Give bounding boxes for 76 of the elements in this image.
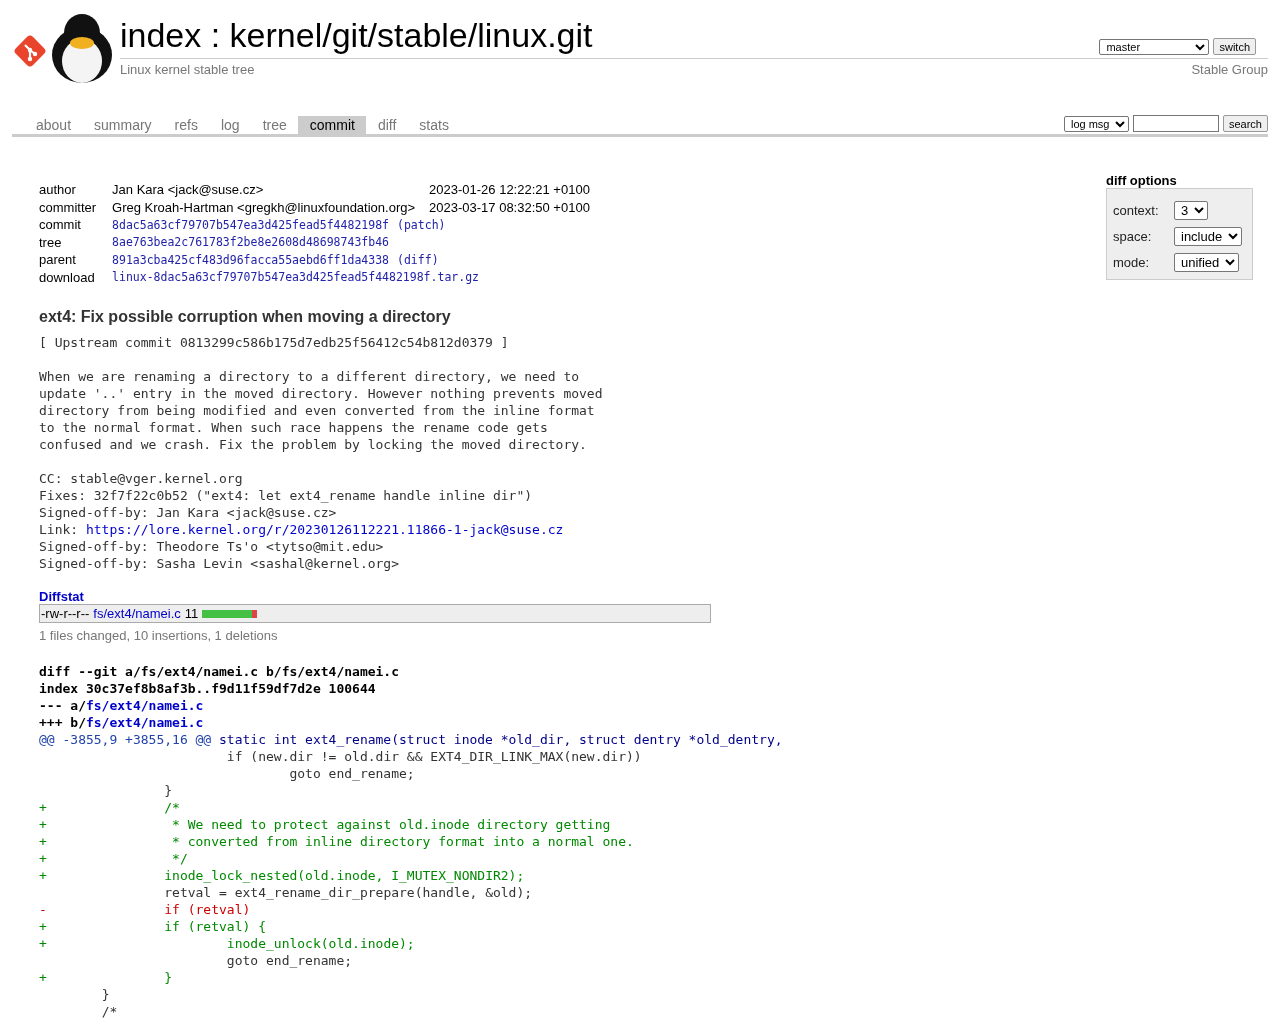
- search-scope-select[interactable]: log msg: [1063, 115, 1129, 132]
- link-label: Link:: [39, 522, 80, 537]
- nav-tab[interactable]: refs: [162, 116, 209, 134]
- commit-message: [ Upstream commit 0813299c586b175d7edb25f56412c54b812d0379 ]: [39, 334, 510, 351]
- info-value: Greg Kroah-Hartman <gregkh@linuxfoundation.org>: [112, 198, 430, 216]
- option-label: context:: [1113, 202, 1160, 218]
- hash-link[interactable]: linux-8dac5a63cf79707b547ea3d425fead5f4482198f.tar.gz: [112, 270, 479, 285]
- file-link[interactable]: fs/ext4/namei.c: [85, 715, 204, 730]
- info-label: download: [39, 268, 113, 286]
- nav-tab[interactable]: log: [208, 116, 251, 134]
- diffstat-header[interactable]: Diffstat: [39, 589, 1268, 604]
- repo-title[interactable]: index : kernel/git/stable/linux.git: [120, 10, 593, 55]
- info-label: committer: [39, 198, 113, 216]
- info-label: parent: [39, 251, 113, 269]
- option-select[interactable]: include: [1174, 226, 1242, 246]
- message-link[interactable]: https://lore.kernel.org/r/20230126112221.11866-1-jack@suse.cz: [85, 522, 564, 537]
- removed-line: - if (retval): [39, 901, 252, 918]
- info-label: commit: [39, 216, 113, 234]
- option-label: space:: [1113, 228, 1153, 244]
- added-line: + inode_unlock(old.inode);: [39, 935, 416, 952]
- file-link[interactable]: fs/ext4/namei.c: [85, 698, 204, 713]
- context-line: }: [100, 986, 111, 1003]
- change-count: 11: [184, 606, 199, 621]
- diff-file-prefix: --- a/: [39, 698, 86, 713]
- branch-select[interactable]: master: [1099, 38, 1210, 55]
- added-line: + }: [39, 969, 174, 986]
- nav-tab[interactable]: stats: [407, 116, 460, 134]
- info-date: 2023-03-17 08:32:50 +0100: [429, 198, 591, 216]
- added-line: + if (retval) {: [39, 918, 267, 935]
- diff-header-line: diff --git a/fs/ext4/namei.c b/fs/ext4/namei.c: [39, 663, 401, 680]
- nav-tab[interactable]: diff: [365, 116, 408, 134]
- hash-link[interactable]: 8ae763bea2c761783f2be8e2608d48698743fb46: [112, 235, 389, 250]
- info-date: 2023-01-26 12:22:21 +0100: [429, 181, 591, 199]
- nav-tab[interactable]: tree: [250, 116, 298, 134]
- diffstat-summary: 1 files changed, 10 insertions, 1 deletions: [39, 628, 279, 643]
- context-line: retval = ext4_rename_dir_prepare(handle, &old);: [163, 884, 534, 901]
- repo-description: Linux kernel stable tree: [120, 62, 255, 77]
- repo-owner: Stable Group: [1191, 62, 1268, 77]
- nav-tab[interactable]: about: [24, 116, 83, 134]
- commit-message: CC: stable@vger.kernel.org Fixes: 32f7f22c0b52 ("ext4: let ext4_rename handle inline dir") Signed-off-by: Jan Kara <jack@suse.cz>: [39, 470, 534, 521]
- extra-link[interactable]: (diff): [397, 252, 439, 267]
- nav-tab[interactable]: commit: [297, 116, 366, 134]
- added-line: + /*: [39, 799, 181, 816]
- commit-message: Signed-off-by: Theodore Ts'o <tytso@mit.edu> Signed-off-by: Sasha Levin <sashal@kernel.org>: [39, 538, 401, 572]
- diff-header-line: index 30c37ef8b8af3b..f9d11f59df7d2e 100644: [39, 680, 377, 697]
- search-button[interactable]: search: [1222, 115, 1268, 132]
- added-line: + * We need to protect against old.inode directory getting: [39, 816, 612, 833]
- hash-link[interactable]: 8dac5a63cf79707b547ea3d425fead5f4482198f: [112, 217, 389, 232]
- option-select[interactable]: unified: [1174, 252, 1239, 272]
- switch-button[interactable]: switch: [1213, 38, 1256, 55]
- file-link[interactable]: fs/ext4/namei.c: [93, 606, 181, 621]
- commit-subject: ext4: Fix possible corruption when moving a directory: [39, 308, 452, 326]
- context-line: /*: [100, 1003, 119, 1020]
- option-label: mode:: [1113, 254, 1151, 270]
- nav-tab[interactable]: summary: [82, 116, 163, 134]
- context-line: goto end_rename;: [225, 952, 354, 969]
- diff-file-prefix: +++ b/: [39, 715, 86, 730]
- hunk-context: static int ext4_rename(struct inode *old_dir, struct dentry *old_dentry,: [218, 732, 783, 747]
- extra-link[interactable]: (patch): [397, 217, 446, 232]
- search-field[interactable]: [1132, 115, 1219, 132]
- info-value: Jan Kara <jack@suse.cz>: [112, 181, 430, 199]
- commit-message: When we are renaming a directory to a different directory, we need to update '..' entry in the moved directory. However nothing prevents moved directory from being modified and even converted from the inline format to the normal format. When such race happens the rename code gets confused and we crash. Fix the problem by locking the moved directory.: [39, 368, 604, 453]
- change-graph: [202, 609, 258, 618]
- hunk-range: @@ -3855,9 +3855,16 @@: [39, 732, 212, 747]
- context-line: if (new.dir != old.dir && EXT4_DIR_LINK_MAX(new.dir)): [225, 748, 643, 765]
- option-select[interactable]: 3: [1174, 200, 1208, 220]
- diff-options-title: diff options: [1106, 173, 1178, 188]
- added-line: + */: [39, 850, 189, 867]
- added-line: + * converted from inline directory format into a normal one.: [39, 833, 635, 850]
- info-label: tree: [39, 233, 113, 251]
- context-line: goto end_rename;: [288, 765, 416, 782]
- info-label: author: [39, 181, 113, 199]
- file-mode: -rw-r--r--: [41, 606, 90, 621]
- hash-link[interactable]: 891a3cba425cf483d96facca55aebd6ff1da4338: [112, 252, 389, 267]
- context-line: }: [163, 782, 174, 799]
- added-line: + inode_lock_nested(old.inode, I_MUTEX_NONDIR2);: [39, 867, 526, 884]
